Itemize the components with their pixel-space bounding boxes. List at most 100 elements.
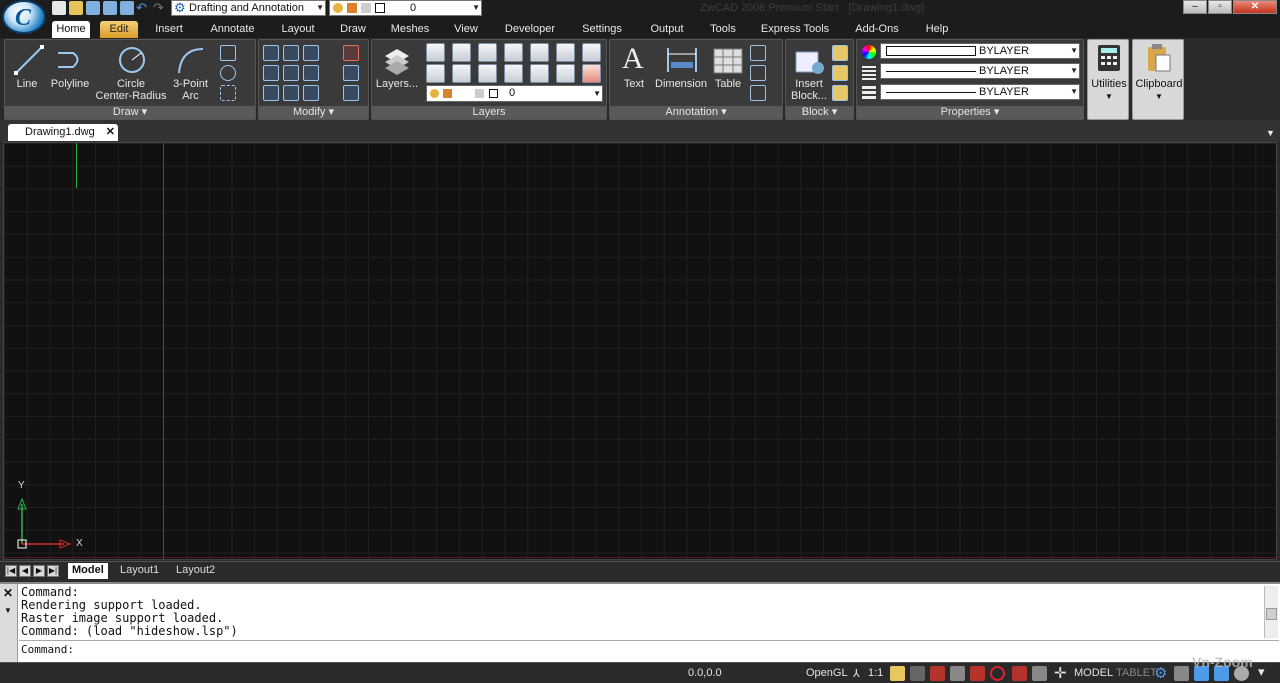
model-space-toggle[interactable]: MODEL [1074,667,1113,679]
redo-icon[interactable]: ↷ [153,1,167,15]
draw-panel-label[interactable]: Draw ▾ [5,106,255,119]
snap-icon[interactable] [930,666,945,681]
rectangle-icon[interactable] [220,45,236,61]
mirror-icon[interactable] [283,65,299,81]
arc-button[interactable]: 3-Point Arc [168,78,213,102]
ortho-icon[interactable] [970,666,985,681]
layer-unisolate-icon[interactable] [504,43,523,62]
layer-quick-dropdown[interactable]: 0 ▼ [329,0,482,16]
last-tab-button[interactable]: ▶| [47,565,59,577]
layout-tab-layout2[interactable]: Layout2 [176,563,215,579]
layers-button[interactable]: Layers... [374,78,420,90]
properties-panel-label[interactable]: Properties ▾ [857,106,1083,119]
multileader-icon[interactable] [750,65,766,81]
close-icon[interactable]: ✕ [3,586,13,600]
markup-icon[interactable] [750,85,766,101]
color-dropdown[interactable]: BYLAYER ▼ [880,43,1080,59]
tab-express-tools[interactable]: Express Tools [758,21,832,38]
layer-thaw-icon[interactable] [530,64,549,83]
chevron-down-icon[interactable]: ▼ [4,606,12,615]
first-tab-button[interactable]: |◀ [5,565,17,577]
tablet-toggle[interactable]: TABLET [1116,667,1157,679]
tab-home[interactable]: Home [52,21,90,38]
auto-scale-icon[interactable] [910,666,925,681]
lineweight-toggle-icon[interactable]: ✛ [1054,664,1067,682]
layer-isolate-icon[interactable] [478,43,497,62]
lock-ui-icon[interactable] [1174,666,1189,681]
polar-icon[interactable] [990,666,1005,681]
annotation-scale-value[interactable]: 1:1 [868,667,883,679]
document-tab[interactable]: Drawing1.dwg ✕ [8,124,118,141]
trim-icon[interactable] [303,45,319,61]
print-icon[interactable] [120,1,134,15]
annotation-visibility-icon[interactable] [890,666,905,681]
layer-previous-icon[interactable] [452,43,471,62]
circle-button[interactable]: Circle Center-Radius [89,78,173,102]
save-icon[interactable] [86,1,100,15]
modify-panel-label[interactable]: Modify ▾ [259,106,368,119]
fillet-icon[interactable] [303,65,319,81]
color-wheel-icon[interactable] [862,45,876,59]
explode-icon[interactable] [343,65,359,81]
close-icon[interactable]: ✕ [106,124,115,140]
layer-off-icon[interactable] [556,43,575,62]
app-logo-button[interactable]: C [2,0,46,34]
scrollbar-thumb[interactable] [1266,608,1277,620]
maximize-button[interactable]: ▫ [1208,0,1232,14]
line-button[interactable]: Line [7,78,47,90]
array-icon[interactable] [303,85,319,101]
layout-tab-layout1[interactable]: Layout1 [120,563,159,579]
tab-developer[interactable]: Developer [500,21,560,38]
copy-icon[interactable] [263,65,279,81]
rotate-icon[interactable] [283,45,299,61]
block-attribute-icon[interactable] [832,85,848,101]
tab-output[interactable]: Output [644,21,690,38]
annotation-panel-label[interactable]: Annotation ▾ [610,106,782,119]
scale-icon[interactable] [283,85,299,101]
save-as-icon[interactable] [103,1,117,15]
tab-tools[interactable]: Tools [705,21,741,38]
layer-match-icon[interactable] [426,64,445,83]
minimize-button[interactable]: – [1183,0,1207,14]
linetype-dropdown[interactable]: BYLAYER ▼ [880,63,1080,79]
layer-on-icon[interactable] [556,64,575,83]
tab-add-ons[interactable]: Add-Ons [850,21,904,38]
next-tab-button[interactable]: ▶ [33,565,45,577]
layer-state-icon[interactable] [426,43,445,62]
prev-tab-button[interactable]: ◀ [19,565,31,577]
block-panel-label[interactable]: Block ▾ [786,106,853,119]
utilities-button[interactable]: Utilities ▼ [1087,39,1129,120]
drawing-canvas[interactable]: Y X [3,142,1277,560]
polyline-button[interactable]: Polyline [45,78,95,90]
tab-annotate[interactable]: Annotate [205,21,260,38]
edit-block-icon[interactable] [832,65,848,81]
dimension-button[interactable]: Dimension [650,78,712,90]
tab-help[interactable]: Help [920,21,954,38]
erase-icon[interactable] [343,45,359,61]
stretch-icon[interactable] [263,85,279,101]
lineweight-icon[interactable] [862,86,876,100]
lineweight-dropdown[interactable]: BYLAYER ▼ [880,84,1080,100]
new-file-icon[interactable] [52,1,66,15]
linetype-icon[interactable] [862,66,876,80]
gear-icon[interactable]: ⚙ [1154,664,1167,682]
chevron-down-icon[interactable]: ▾ [1258,664,1265,680]
command-input[interactable]: Command: [19,640,1279,658]
osnap-icon[interactable] [1012,666,1027,681]
leader-icon[interactable] [750,45,766,61]
tab-view[interactable]: View [449,21,483,38]
command-window-handle[interactable]: ✕ ▼ [0,584,18,662]
clipboard-button[interactable]: Clipboard ▼ [1132,39,1184,120]
open-folder-icon[interactable] [69,1,83,15]
layer-dropdown[interactable]: 0 ▼ [426,85,603,102]
layer-lock-icon[interactable] [582,43,601,62]
create-block-icon[interactable] [832,45,848,61]
otrack-icon[interactable] [1032,666,1047,681]
render-mode-label[interactable]: OpenGL [806,667,848,679]
close-window-button[interactable]: ✕ [1233,0,1277,14]
grid-icon[interactable] [950,666,965,681]
tab-settings[interactable]: Settings [578,21,626,38]
move-icon[interactable] [263,45,279,61]
command-scrollbar[interactable] [1264,586,1278,638]
layer-merge-icon[interactable] [504,64,523,83]
